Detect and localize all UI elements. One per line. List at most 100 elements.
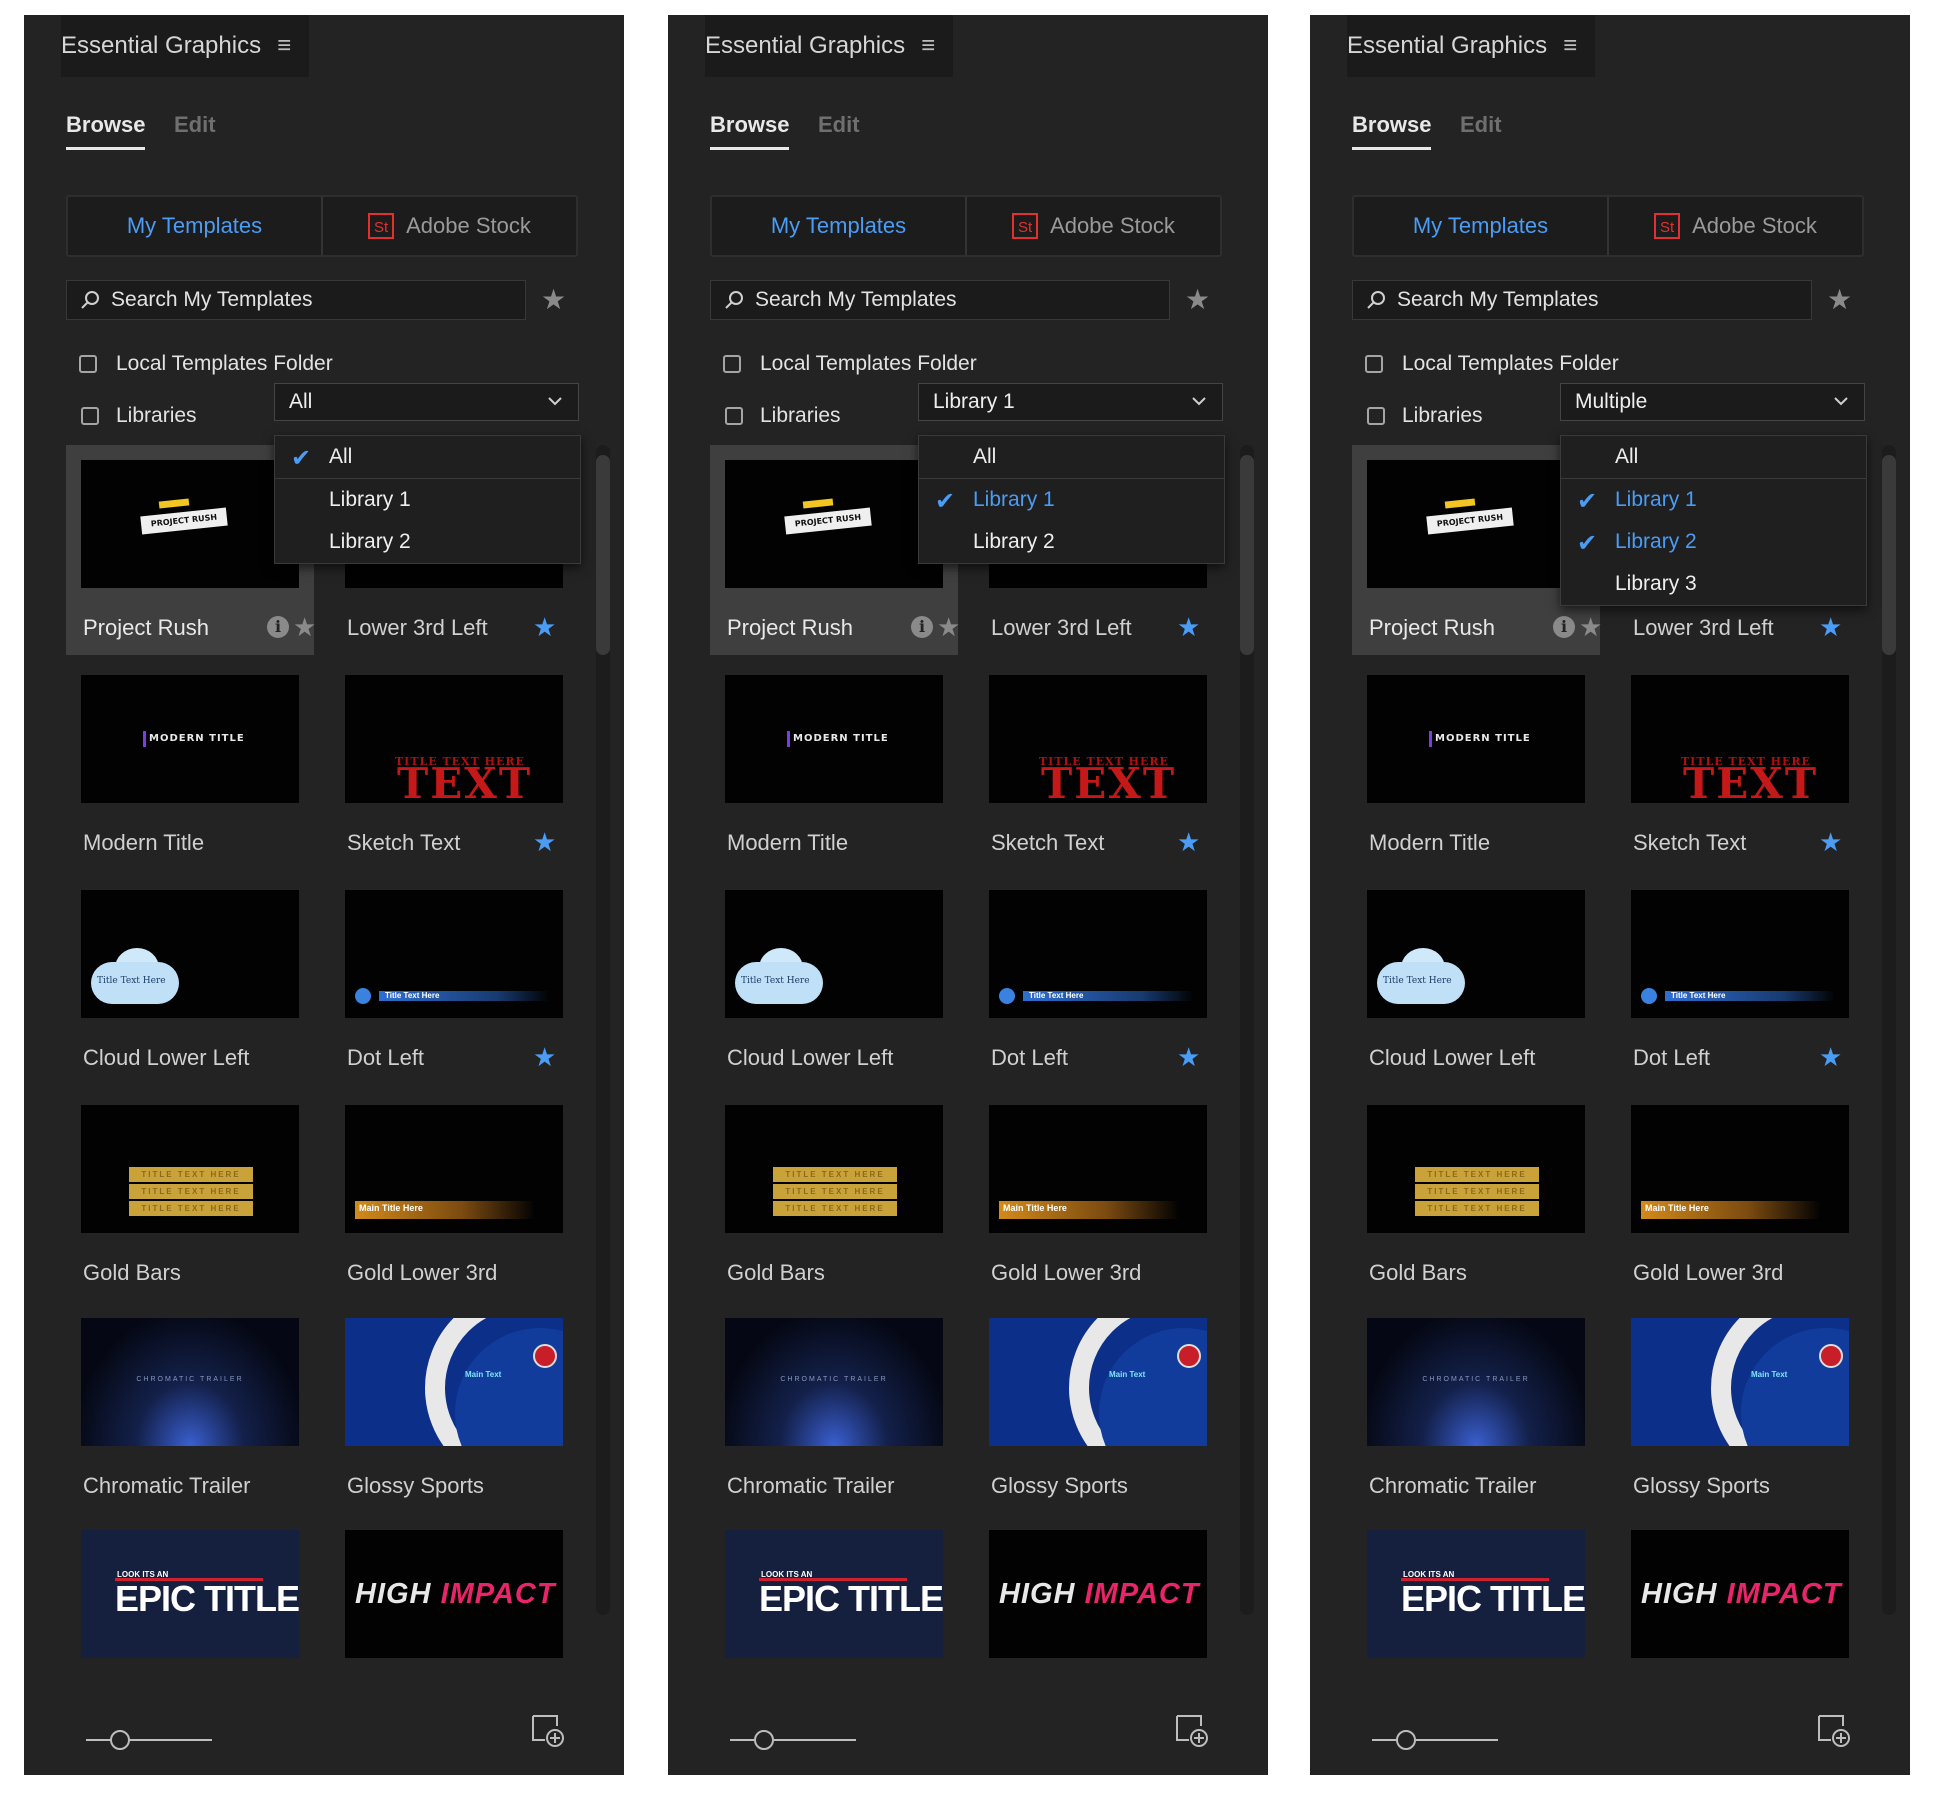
- favorite-star-icon[interactable]: ★: [1177, 612, 1200, 643]
- tab-browse[interactable]: Browse: [66, 112, 146, 150]
- favorite-star-icon[interactable]: ★: [1819, 1042, 1842, 1073]
- thumbnail-size-slider[interactable]: [1370, 1728, 1500, 1750]
- template-thumbnail[interactable]: Title Text Here: [81, 890, 299, 1018]
- template-thumbnail[interactable]: CHROMATIC TRAILER: [1367, 1318, 1585, 1446]
- template-thumbnail[interactable]: Title Text Here: [345, 890, 563, 1018]
- template-thumbnail[interactable]: TITLE TEXT HERE TEXT: [989, 675, 1207, 803]
- favorite-star-icon[interactable]: ★: [293, 612, 316, 643]
- scrollbar-thumb[interactable]: [596, 455, 610, 655]
- filter-favorites-star-icon[interactable]: ★: [541, 283, 566, 316]
- template-thumbnail[interactable]: Main Title Here: [989, 1105, 1207, 1233]
- tab-browse[interactable]: Browse: [1352, 112, 1432, 150]
- my-templates-button[interactable]: My Templates: [712, 197, 967, 255]
- favorite-star-icon[interactable]: ★: [1579, 612, 1602, 643]
- dropdown-item[interactable]: ✔ Library 1: [1561, 479, 1866, 521]
- panel-title-tab[interactable]: Essential Graphics ≡: [1347, 15, 1596, 77]
- filter-favorites-star-icon[interactable]: ★: [1185, 283, 1210, 316]
- dropdown-item[interactable]: Library 2: [919, 521, 1224, 563]
- adobe-stock-button[interactable]: St Adobe Stock: [1609, 197, 1862, 255]
- template-thumbnail[interactable]: Title Text Here: [1367, 890, 1585, 1018]
- dropdown-item[interactable]: ✔ Library 2: [1561, 521, 1866, 563]
- libraries-checkbox[interactable]: [1367, 407, 1385, 425]
- dropdown-item[interactable]: Library 2: [275, 521, 580, 563]
- template-thumbnail[interactable]: CHROMATIC TRAILER: [81, 1318, 299, 1446]
- local-templates-checkbox[interactable]: [1365, 355, 1383, 373]
- favorite-star-icon[interactable]: ★: [533, 612, 556, 643]
- my-templates-button[interactable]: My Templates: [1354, 197, 1609, 255]
- template-thumbnail[interactable]: MODERN TITLE: [725, 675, 943, 803]
- template-thumbnail[interactable]: TITLE TEXT HERE TEXT: [345, 675, 563, 803]
- template-thumbnail[interactable]: CHROMATIC TRAILER: [725, 1318, 943, 1446]
- search-input[interactable]: Search My Templates: [66, 280, 526, 320]
- thumbnail-size-slider[interactable]: [84, 1728, 214, 1750]
- panel-title-tab[interactable]: Essential Graphics ≡: [61, 15, 310, 77]
- template-thumbnail[interactable]: LOOK ITS AN EPIC TITLE: [1367, 1530, 1585, 1658]
- libraries-checkbox[interactable]: [81, 407, 99, 425]
- local-templates-checkbox[interactable]: [79, 355, 97, 373]
- adobe-stock-button[interactable]: St Adobe Stock: [323, 197, 576, 255]
- favorite-star-icon[interactable]: ★: [1177, 1042, 1200, 1073]
- template-thumbnail[interactable]: HIGH IMPACT: [989, 1530, 1207, 1658]
- adobe-stock-button[interactable]: St Adobe Stock: [967, 197, 1220, 255]
- favorite-star-icon[interactable]: ★: [533, 827, 556, 858]
- dropdown-item[interactable]: All: [919, 436, 1224, 478]
- template-thumbnail[interactable]: PROJECT RUSH: [81, 460, 299, 588]
- template-thumbnail[interactable]: Main Title Here: [345, 1105, 563, 1233]
- template-thumbnail[interactable]: HIGH IMPACT: [345, 1530, 563, 1658]
- template-thumbnail[interactable]: LOOK ITS AN EPIC TITLE: [81, 1530, 299, 1658]
- dropdown-item[interactable]: Library 3: [1561, 563, 1866, 605]
- panel-title-tab[interactable]: Essential Graphics ≡: [705, 15, 954, 77]
- info-icon[interactable]: i: [267, 616, 289, 638]
- tab-edit[interactable]: Edit: [174, 112, 216, 138]
- new-item-icon[interactable]: [1173, 1710, 1213, 1750]
- template-thumbnail[interactable]: LOOK ITS AN EPIC TITLE: [725, 1530, 943, 1658]
- template-thumbnail[interactable]: MODERN TITLE: [1367, 675, 1585, 803]
- template-thumbnail[interactable]: HIGH IMPACT: [1631, 1530, 1849, 1658]
- dropdown-item[interactable]: Library 1: [275, 479, 580, 521]
- template-thumbnail[interactable]: PROJECT RUSH: [725, 460, 943, 588]
- favorite-star-icon[interactable]: ★: [937, 612, 960, 643]
- favorite-star-icon[interactable]: ★: [1819, 827, 1842, 858]
- new-item-icon[interactable]: [1815, 1710, 1855, 1750]
- template-thumbnail[interactable]: Main Text: [989, 1318, 1207, 1446]
- search-input[interactable]: Search My Templates: [1352, 280, 1812, 320]
- template-thumbnail[interactable]: MODERN TITLE: [81, 675, 299, 803]
- template-thumbnail[interactable]: Main Text: [345, 1318, 563, 1446]
- info-icon[interactable]: i: [911, 616, 933, 638]
- template-thumbnail[interactable]: TITLE TEXT HERE TITLE TEXT HERE TITLE TEXT…: [725, 1105, 943, 1233]
- favorite-star-icon[interactable]: ★: [1819, 612, 1842, 643]
- scrollbar-thumb[interactable]: [1882, 455, 1896, 655]
- dropdown-item[interactable]: ✔ All: [275, 436, 580, 478]
- favorite-star-icon[interactable]: ★: [533, 1042, 556, 1073]
- hamburger-icon[interactable]: ≡: [1563, 32, 1577, 60]
- scrollbar-thumb[interactable]: [1240, 455, 1254, 655]
- template-thumbnail[interactable]: TITLE TEXT HERE TITLE TEXT HERE TITLE TEXT…: [1367, 1105, 1585, 1233]
- dropdown-item[interactable]: ✔ Library 1: [919, 479, 1224, 521]
- template-thumbnail[interactable]: PROJECT RUSH: [1367, 460, 1585, 588]
- template-thumbnail[interactable]: TITLE TEXT HERE TITLE TEXT HERE TITLE TEXT…: [81, 1105, 299, 1233]
- info-icon[interactable]: i: [1553, 616, 1575, 638]
- libraries-select[interactable]: Multiple: [1560, 383, 1865, 421]
- libraries-select[interactable]: Library 1: [918, 383, 1223, 421]
- my-templates-button[interactable]: My Templates: [68, 197, 323, 255]
- template-thumbnail[interactable]: Title Text Here: [989, 890, 1207, 1018]
- libraries-select[interactable]: All: [274, 383, 579, 421]
- favorite-star-icon[interactable]: ★: [1177, 827, 1200, 858]
- search-input[interactable]: Search My Templates: [710, 280, 1170, 320]
- hamburger-icon[interactable]: ≡: [921, 32, 935, 60]
- template-thumbnail[interactable]: Title Text Here: [1631, 890, 1849, 1018]
- template-thumbnail[interactable]: Main Title Here: [1631, 1105, 1849, 1233]
- template-thumbnail[interactable]: Title Text Here: [725, 890, 943, 1018]
- tab-edit[interactable]: Edit: [1460, 112, 1502, 138]
- libraries-checkbox[interactable]: [725, 407, 743, 425]
- new-item-icon[interactable]: [529, 1710, 569, 1750]
- dropdown-item[interactable]: All: [1561, 436, 1866, 478]
- local-templates-checkbox[interactable]: [723, 355, 741, 373]
- thumbnail-size-slider[interactable]: [728, 1728, 858, 1750]
- tab-edit[interactable]: Edit: [818, 112, 860, 138]
- hamburger-icon[interactable]: ≡: [277, 32, 291, 60]
- filter-favorites-star-icon[interactable]: ★: [1827, 283, 1852, 316]
- template-thumbnail[interactable]: TITLE TEXT HERE TEXT: [1631, 675, 1849, 803]
- tab-browse[interactable]: Browse: [710, 112, 790, 150]
- template-thumbnail[interactable]: Main Text: [1631, 1318, 1849, 1446]
